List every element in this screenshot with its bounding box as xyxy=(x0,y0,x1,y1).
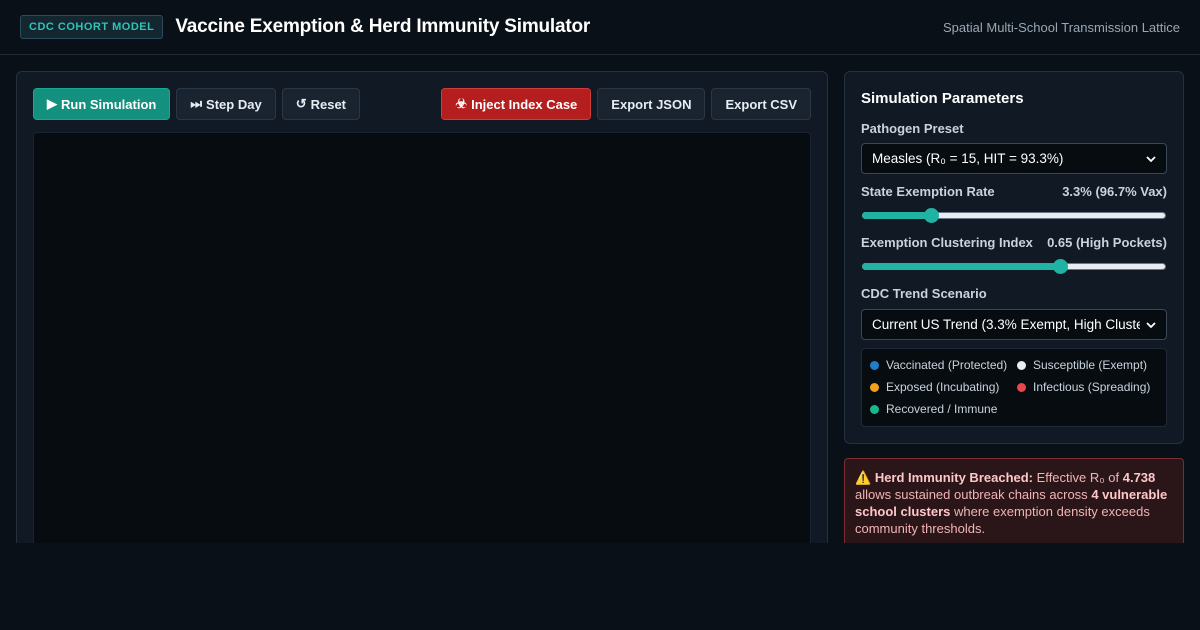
legend-label: Vaccinated (Protected) xyxy=(886,358,1008,372)
chevron-down-icon xyxy=(1146,321,1156,328)
slider-fill xyxy=(862,212,933,219)
effective-r-value: 4.738 xyxy=(1122,470,1156,485)
page-title: Vaccine Exemption & Herd Immunity Simula… xyxy=(175,16,591,37)
slider-thumb[interactable] xyxy=(1052,259,1068,274)
legend-dot-icon xyxy=(870,404,879,414)
clustering-index-slider[interactable] xyxy=(861,259,1167,274)
reset-button[interactable]: ↺ Reset xyxy=(281,88,361,120)
exemption-rate-label: State Exemption Rate xyxy=(861,184,995,199)
pathogen-preset-label: Pathogen Preset xyxy=(861,121,964,136)
legend-label: Exposed (Incubating) xyxy=(886,380,1000,394)
page-subtitle: Spatial Multi-School Transmission Lattic… xyxy=(943,19,1180,35)
inject-index-case-button[interactable]: ☣ Inject Index Case xyxy=(441,88,592,120)
clustering-index-value: 0.65 (High Pockets) xyxy=(1047,235,1167,250)
warning-icon: ⚠️ xyxy=(855,470,872,485)
pathogen-preset-value: Measles (R₀ = 15, HIT = 93.3%) xyxy=(872,151,1064,166)
exemption-rate-slider[interactable] xyxy=(861,208,1167,223)
legend-label: Infectious (Spreading) xyxy=(1033,380,1151,394)
trend-scenario-label: CDC Trend Scenario xyxy=(861,286,987,301)
legend-dot-icon xyxy=(870,382,879,392)
legend-label: Susceptible (Exempt) xyxy=(1033,358,1148,372)
herd-immunity-alert: ⚠️ Herd Immunity Breached: Effective R₀ … xyxy=(844,458,1184,551)
legend-item-exposed: Exposed (Incubating) xyxy=(870,380,999,394)
slider-thumb[interactable] xyxy=(924,208,940,223)
alert-heading: Herd Immunity Breached: xyxy=(874,470,1034,485)
inject-index-case-label: Inject Index Case xyxy=(471,96,578,112)
legend-label: Recovered / Immune xyxy=(886,402,998,416)
trend-scenario-value: Current US Trend (3.3% Exempt, High Clus… xyxy=(872,317,1140,332)
reset-icon: ↺ xyxy=(295,96,307,111)
play-icon: ▶ xyxy=(47,96,57,111)
skip-forward-icon: ⏭ xyxy=(190,96,203,111)
legend-dot-icon xyxy=(1017,382,1026,392)
page-footer-area xyxy=(0,543,1200,630)
biohazard-icon: ☣ xyxy=(455,96,468,111)
run-simulation-button[interactable]: ▶ Run Simulation xyxy=(33,88,171,120)
alert-text: allows sustained outbreak chains across xyxy=(855,487,1088,502)
app-header: CDC COHORT MODEL Vaccine Exemption & Her… xyxy=(0,0,1200,55)
simulation-panel: ▶ Run Simulation ⏭ Step Day ↺ Reset ☣ In… xyxy=(16,71,828,552)
slider-fill xyxy=(862,263,1061,270)
chevron-down-icon xyxy=(1146,155,1156,162)
pathogen-preset-select[interactable]: Measles (R₀ = 15, HIT = 93.3%) xyxy=(861,143,1167,174)
step-day-button[interactable]: ⏭ Step Day xyxy=(176,88,276,120)
parameters-panel: Simulation Parameters Pathogen Preset Me… xyxy=(844,71,1184,444)
simulation-canvas[interactable] xyxy=(33,132,811,552)
alert-text: Effective R₀ of xyxy=(1036,470,1120,485)
legend-dot-icon xyxy=(1017,360,1026,370)
legend-dot-icon xyxy=(870,360,879,370)
legend-item-recovered: Recovered / Immune xyxy=(870,402,997,416)
state-legend: Vaccinated (Protected) Susceptible (Exem… xyxy=(861,348,1167,427)
run-simulation-label: Run Simulation xyxy=(61,96,157,112)
model-badge: CDC COHORT MODEL xyxy=(20,15,164,39)
legend-item-infectious: Infectious (Spreading) xyxy=(1017,380,1150,394)
toolbar: ▶ Run Simulation ⏭ Step Day ↺ Reset ☣ In… xyxy=(33,88,811,121)
exemption-rate-value: 3.3% (96.7% Vax) xyxy=(1062,184,1167,199)
reset-label: Reset xyxy=(310,96,347,112)
legend-item-vaccinated: Vaccinated (Protected) xyxy=(870,358,1007,372)
export-csv-button[interactable]: Export CSV xyxy=(711,88,811,120)
trend-scenario-select[interactable]: Current US Trend (3.3% Exempt, High Clus… xyxy=(861,309,1167,340)
parameters-title: Simulation Parameters xyxy=(861,90,1024,107)
legend-item-susceptible: Susceptible (Exempt) xyxy=(1017,358,1147,372)
step-day-label: Step Day xyxy=(206,96,262,112)
clustering-index-label: Exemption Clustering Index xyxy=(861,235,1033,250)
export-json-button[interactable]: Export JSON xyxy=(597,88,706,120)
